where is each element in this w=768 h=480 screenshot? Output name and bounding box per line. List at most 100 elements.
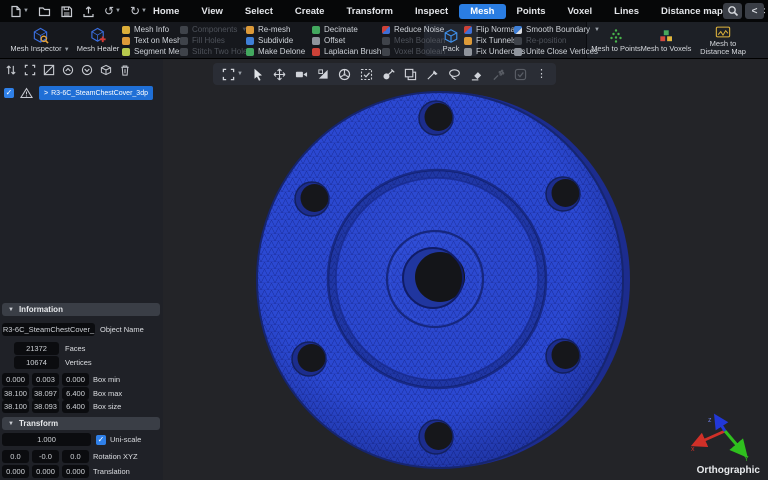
uni-scale-checkbox[interactable]: ✓ (96, 435, 106, 445)
camera-button[interactable] (295, 68, 308, 81)
mesh-to-distance-map-button[interactable]: Mesh to Distance Map (692, 22, 754, 58)
3d-viewport[interactable]: ▼ ⋮ x (163, 58, 768, 480)
main-menu: Home View Select Create Transform Inspec… (142, 0, 768, 22)
box-max-z-field[interactable]: 6.400 (62, 387, 89, 400)
rotation-x-field[interactable]: 0.0 (2, 450, 29, 463)
export-button[interactable] (82, 5, 95, 18)
marquee-select-button[interactable] (360, 68, 373, 81)
box-min-x-field[interactable]: 0.000 (2, 373, 29, 386)
more-options-button[interactable]: ⋮ (536, 69, 547, 80)
box-min-z-field[interactable]: 0.000 (62, 373, 89, 386)
tab-select[interactable]: Select (234, 4, 284, 19)
box-size-y-field[interactable]: 38.093 (32, 400, 59, 413)
expand-icon: > (44, 90, 48, 97)
re-mesh-button[interactable]: Re-mesh (246, 25, 305, 35)
orbit-button[interactable] (338, 68, 351, 81)
open-button[interactable] (38, 5, 51, 18)
mesh-to-distance-map-icon (715, 25, 731, 39)
transform-panel-header[interactable]: ▼ Transform (2, 417, 160, 430)
smooth-boundary-button[interactable]: Smooth Boundary▼ (514, 25, 600, 35)
box-max-label: Box max (93, 387, 122, 400)
decimate-button[interactable]: Decimate (312, 25, 381, 35)
lasso-button[interactable] (448, 68, 461, 81)
tab-create[interactable]: Create (284, 4, 336, 19)
orientation-gizmo[interactable]: x Y z (680, 407, 758, 463)
uni-scale-label: Uni-scale (110, 433, 141, 446)
save-button[interactable] (60, 5, 73, 18)
select-cursor-button[interactable] (252, 68, 264, 81)
tab-inspect[interactable]: Inspect (404, 4, 459, 19)
mesh-inspector-button[interactable]: Mesh Inspector ▼ (8, 22, 72, 58)
offset-button[interactable]: Offset (312, 36, 381, 46)
unite-close-vertices-button[interactable]: Unite Close Vertices (514, 47, 600, 57)
search-button[interactable] (723, 3, 742, 19)
spray-button[interactable] (492, 68, 505, 81)
tab-points[interactable]: Points (506, 4, 557, 19)
translation-y-field[interactable]: 0.000 (32, 465, 59, 478)
projection-mode-label[interactable]: Orthographic (697, 465, 760, 476)
zoom-region-button[interactable] (317, 68, 329, 80)
collapse-panel-icon: ▼ (8, 421, 14, 427)
app-menu-button[interactable]: ▼ (9, 5, 29, 18)
box-max-x-field[interactable]: 38.100 (2, 387, 29, 400)
move-button[interactable] (273, 68, 286, 81)
subdivide-button[interactable]: Subdivide (246, 36, 305, 46)
move-down-button[interactable] (81, 63, 93, 81)
tab-voxel[interactable]: Voxel (557, 4, 604, 19)
ribbon-group-boundary: Smooth Boundary▼ Re-position Unite Close… (514, 25, 600, 57)
ribbon: Mesh Inspector ▼ Mesh Healer Mesh Info T… (0, 22, 768, 58)
vertices-field[interactable]: 10674 (14, 356, 59, 369)
lamp-button[interactable] (382, 68, 395, 81)
chevron-down-icon: ▼ (237, 71, 243, 77)
box-max-y-field[interactable]: 38.097 (32, 387, 59, 400)
translation-x-field[interactable]: 0.000 (2, 465, 29, 478)
text-on-mesh-icon (122, 37, 130, 45)
box-size-x-field[interactable]: 38.100 (2, 400, 29, 413)
faces-field[interactable]: 21372 (14, 342, 59, 355)
sort-button[interactable] (5, 63, 17, 81)
object-name-field[interactable]: R3-6C_SteamChestCover_ (2, 323, 95, 336)
uni-scale-field[interactable]: 1.000 (2, 433, 91, 446)
app-menu-icon (9, 5, 22, 18)
mesh-info-button[interactable]: Mesh Info (122, 25, 188, 35)
object-tree-item[interactable]: > R3-6C_SteamChestCover_3dp (39, 86, 153, 100)
tab-distance-map[interactable]: Distance map (650, 4, 734, 19)
titlebar: ▼ ↺ ▼ ↻ ▼ Home View Select Cre (0, 0, 768, 22)
mesh-object-steam-chest-cover[interactable] (163, 59, 768, 480)
mesh-to-points-button[interactable]: Mesh to Points (590, 22, 642, 58)
fit-view-button[interactable]: ▼ (222, 68, 243, 81)
delete-button[interactable] (119, 63, 131, 81)
knife-button[interactable] (426, 68, 439, 81)
mesh-healer-button[interactable]: Mesh Healer (74, 22, 122, 58)
laplacian-brush-button[interactable]: Laplacian Brush (312, 47, 381, 57)
box-min-y-field[interactable]: 0.003 (32, 373, 59, 386)
translation-z-field[interactable]: 0.000 (62, 465, 89, 478)
information-panel-header[interactable]: ▼ Information (2, 303, 160, 316)
deselect-button[interactable] (43, 63, 55, 81)
isolate-button[interactable] (100, 63, 112, 81)
undo-button[interactable]: ↺ ▼ (104, 5, 121, 17)
tab-transform[interactable]: Transform (335, 4, 403, 19)
camera-icon (295, 68, 308, 81)
object-visibility-checkbox[interactable]: ✓ (4, 88, 14, 98)
tab-lines[interactable]: Lines (603, 4, 650, 19)
faces-label: Faces (65, 342, 85, 355)
text-on-mesh-button[interactable]: Text on Mesh (122, 36, 188, 46)
stitch-two-holes-icon (180, 48, 188, 56)
make-delone-icon (246, 48, 254, 56)
mesh-to-distance-map-label: Mesh to Distance Map (695, 40, 751, 56)
box-size-z-field[interactable]: 6.400 (62, 400, 89, 413)
tab-mesh[interactable]: Mesh (459, 4, 505, 19)
tab-home[interactable]: Home (142, 4, 190, 19)
rotation-z-field[interactable]: 0.0 (62, 450, 89, 463)
make-delone-button[interactable]: Make Delone (246, 47, 305, 57)
duplicate-button[interactable] (404, 68, 417, 81)
eraser-button[interactable] (470, 68, 483, 81)
mesh-to-voxels-button[interactable]: Mesh to Voxels (640, 22, 692, 58)
segment-mesh-button[interactable]: Segment Mesh (122, 47, 188, 57)
collapse-ribbon-button[interactable]: < (745, 3, 764, 19)
move-up-button[interactable] (62, 63, 74, 81)
tab-view[interactable]: View (190, 4, 233, 19)
rotation-y-field[interactable]: -0.0 (32, 450, 59, 463)
select-all-button[interactable] (24, 63, 36, 81)
